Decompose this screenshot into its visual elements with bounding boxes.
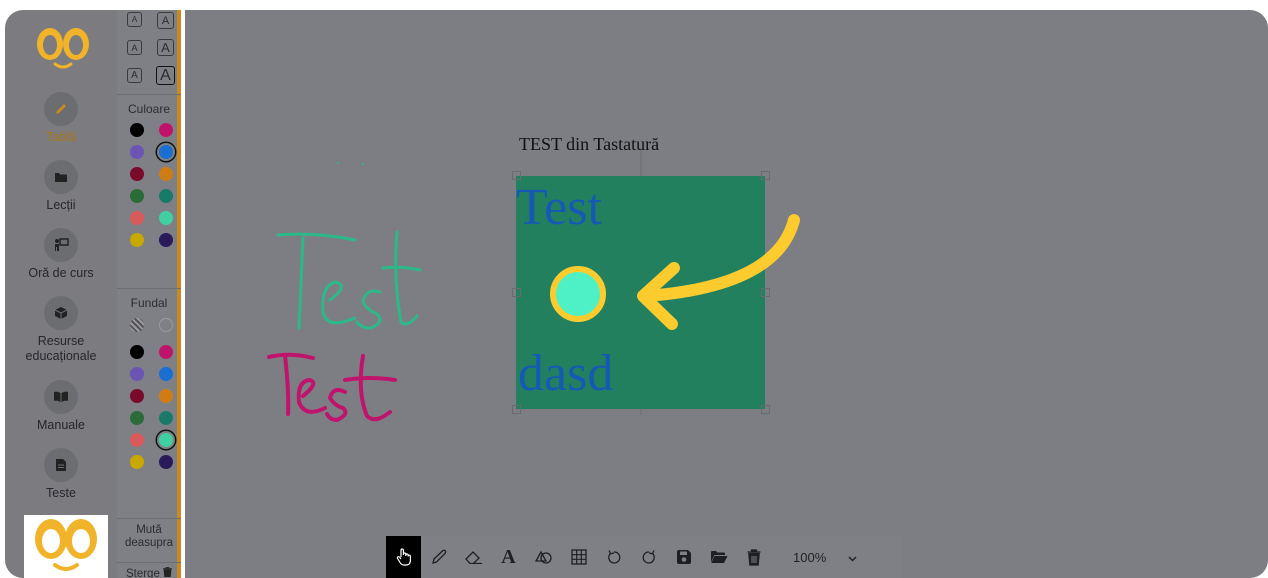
delete-button-label: Șterge (125, 568, 160, 578)
handwriting-magenta[interactable] (267, 352, 397, 422)
grid-icon[interactable] (561, 536, 596, 578)
trash-icon (163, 567, 173, 578)
chevron-down-icon (848, 550, 857, 565)
app-window: Tablă Lecții Oră de curs Resurse educați… (5, 10, 1268, 578)
color-swatch[interactable] (159, 211, 173, 225)
sidebar-item-label: Teste (46, 486, 76, 500)
document-icon (44, 448, 78, 482)
background-none-swatch[interactable] (159, 318, 173, 332)
drawing-toolbar: A 100% (386, 536, 901, 578)
resize-handle[interactable] (761, 288, 770, 297)
sidebar-item-tabla[interactable]: Tablă (5, 92, 117, 145)
sidebar: Tablă Lecții Oră de curs Resurse educați… (5, 10, 117, 578)
cube-icon (44, 296, 78, 330)
text-icon[interactable]: A (491, 536, 526, 578)
color-section-title: Culoare (127, 102, 171, 116)
background-swatch[interactable] (130, 345, 144, 359)
sidebar-item-label: Resurse educaționale (25, 334, 97, 363)
pen-icon[interactable] (421, 536, 456, 578)
delete-button[interactable]: Șterge (117, 567, 181, 578)
background-swatch[interactable] (159, 411, 173, 425)
divider (117, 518, 181, 519)
save-icon[interactable] (666, 536, 701, 578)
color-swatch[interactable] (130, 211, 144, 225)
background-pattern-swatch[interactable] (130, 318, 144, 332)
hand-pointer-icon[interactable] (386, 536, 421, 578)
sidebar-item-ora-de-curs[interactable]: Oră de curs (5, 228, 117, 281)
color-swatch[interactable] (130, 189, 144, 203)
color-swatch[interactable] (130, 145, 144, 159)
brand-logo-badge (24, 515, 108, 578)
sidebar-item-resurse[interactable]: Resurse educaționale (5, 296, 117, 364)
background-swatch[interactable] (130, 433, 144, 447)
sidebar-item-lectii[interactable]: Lecții (5, 160, 117, 213)
text-size-large-button[interactable]: A (127, 68, 142, 83)
eraser-icon[interactable] (456, 536, 491, 578)
text-size-medium-alt-button[interactable]: A (157, 39, 174, 56)
text-box-bottom: dasd (518, 345, 614, 402)
background-swatch[interactable] (130, 455, 144, 469)
text-size-small-alt-button[interactable]: A (157, 12, 174, 29)
text-size-xlarge-button[interactable]: A (156, 66, 175, 85)
background-swatch[interactable] (159, 367, 173, 381)
sidebar-item-label: Oră de curs (28, 266, 94, 280)
color-swatch[interactable] (130, 123, 144, 137)
color-swatch[interactable] (159, 167, 173, 181)
zoom-value: 100% (793, 549, 827, 565)
handwriting-green[interactable] (276, 230, 422, 330)
color-swatch[interactable] (130, 233, 144, 247)
open-folder-icon[interactable] (701, 536, 736, 578)
divider (117, 288, 181, 289)
background-swatch[interactable] (159, 455, 173, 469)
sidebar-item-label: Lecții (46, 198, 76, 212)
style-palette: A A A A A A Culoare Fundal Mută deasupra… (117, 10, 181, 578)
keyboard-text[interactable]: TEST din Tastatură (519, 134, 659, 155)
background-swatch[interactable] (159, 433, 173, 447)
redo-icon[interactable] (631, 536, 666, 578)
sidebar-item-label: Tablă (46, 130, 76, 144)
whiteboard-canvas[interactable]: TEST din Tastatură Test dasd A 100% (185, 10, 1268, 578)
color-swatch[interactable] (159, 145, 173, 159)
color-swatch[interactable] (159, 233, 173, 247)
sidebar-item-label: Manuale (37, 418, 85, 432)
divider (117, 94, 181, 95)
color-swatch[interactable] (130, 167, 144, 181)
background-swatch[interactable] (130, 411, 144, 425)
text-size-medium-button[interactable]: A (127, 40, 142, 55)
color-swatch[interactable] (159, 123, 173, 137)
divider (117, 562, 181, 563)
pencil-icon (44, 92, 78, 126)
sidebar-item-manuale[interactable]: Manuale (5, 380, 117, 433)
resize-handle[interactable] (761, 405, 770, 414)
resize-handle[interactable] (761, 171, 770, 180)
background-swatch[interactable] (130, 389, 144, 403)
resize-handle[interactable] (512, 171, 521, 180)
text-box[interactable]: Test dasd (516, 176, 765, 409)
move-above-button[interactable]: Mută deasupra (117, 524, 181, 550)
background-swatch[interactable] (130, 367, 144, 381)
folder-icon (44, 160, 78, 194)
background-swatch[interactable] (159, 345, 173, 359)
resize-handle[interactable] (512, 405, 521, 414)
book-icon (44, 380, 78, 414)
shapes-icon[interactable] (526, 536, 561, 578)
trash-icon[interactable] (736, 536, 771, 578)
text-box-top: Test (516, 179, 602, 236)
resize-handle[interactable] (512, 288, 521, 297)
sidebar-item-teste[interactable]: Teste (5, 448, 117, 501)
background-section-title: Fundal (130, 296, 168, 310)
color-swatch[interactable] (159, 189, 173, 203)
app-logo (37, 28, 89, 69)
text-size-small-button[interactable]: A (127, 12, 142, 27)
zoom-select[interactable]: 100% (783, 542, 865, 572)
undo-icon[interactable] (596, 536, 631, 578)
teacher-board-icon (44, 228, 78, 262)
background-swatch[interactable] (159, 389, 173, 403)
